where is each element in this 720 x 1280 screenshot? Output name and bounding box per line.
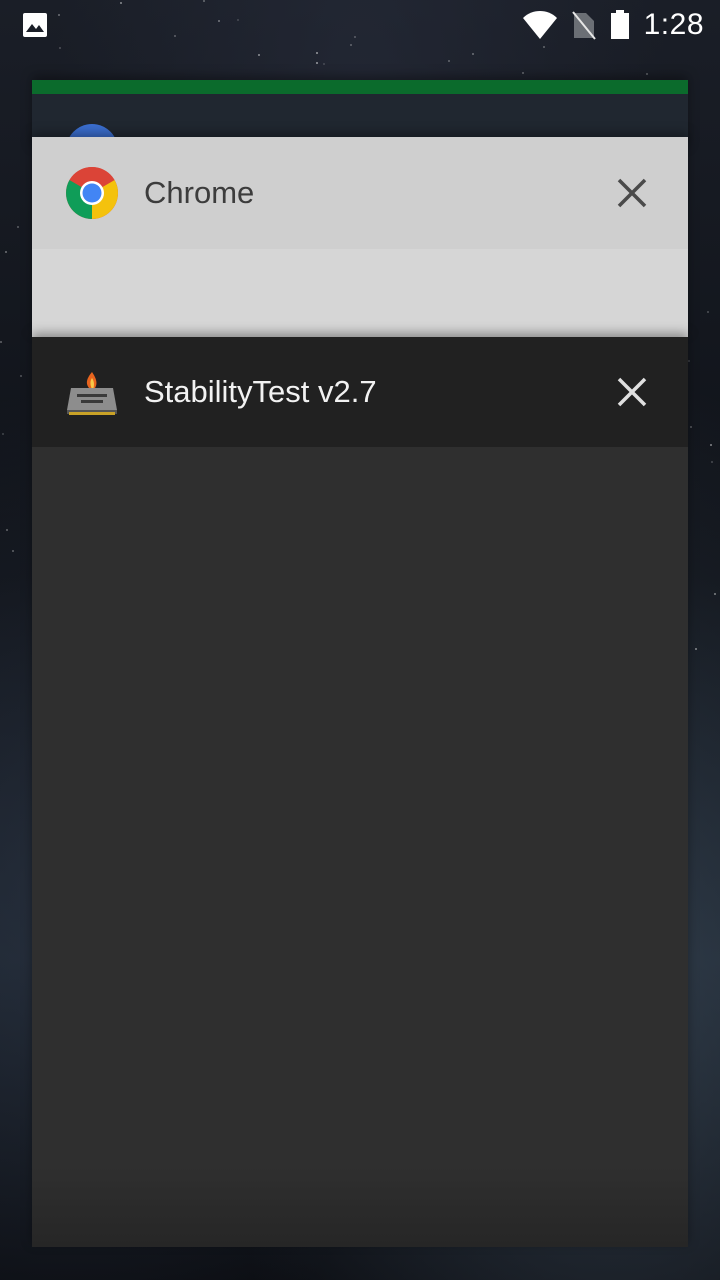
wallpaper-star [258, 54, 260, 56]
close-icon[interactable] [612, 372, 652, 412]
recent-card-stabilitytest[interactable]: StabilityTest v2.7 [32, 337, 688, 1247]
image-notification-icon [23, 13, 47, 37]
app-title-stabilitytest: StabilityTest v2.7 [144, 374, 377, 409]
no-sim-icon [571, 11, 596, 40]
status-bar: 1:28 [0, 0, 720, 50]
wallpaper-star [695, 648, 697, 650]
wallpaper-star [448, 60, 450, 62]
wallpaper-star [522, 72, 524, 74]
app-title-chrome: Chrome [144, 175, 255, 210]
wallpaper-star [711, 461, 713, 463]
status-time: 1:28 [643, 8, 704, 41]
wallpaper-star [0, 341, 2, 343]
battery-icon [610, 10, 629, 39]
wallpaper-star [316, 52, 318, 54]
recent-card-chrome[interactable]: Chrome [32, 137, 688, 337]
card-preview[interactable] [32, 447, 688, 1247]
wallpaper-star [2, 433, 4, 435]
wifi-icon [522, 11, 557, 39]
wallpaper-star [6, 529, 8, 531]
wallpaper-star [690, 426, 692, 428]
wallpaper-star [714, 593, 716, 595]
wallpaper-star [707, 311, 709, 313]
wallpaper-star [688, 360, 690, 362]
wallpaper-star [17, 226, 19, 228]
wallpaper-star [5, 251, 7, 253]
wallpaper-star [472, 53, 474, 55]
stabilitytest-icon [67, 372, 117, 415]
wallpaper-star [323, 63, 325, 65]
chrome-icon [66, 167, 118, 219]
card-header: Chrome [32, 137, 688, 249]
card-preview[interactable] [32, 249, 688, 337]
wallpaper-star [20, 375, 22, 377]
wallpaper-star [316, 62, 318, 64]
wallpaper-star [12, 550, 14, 552]
close-icon[interactable] [612, 173, 652, 213]
card-header: StabilityTest v2.7 [32, 337, 688, 447]
wallpaper-star [710, 444, 712, 446]
wallpaper-star [646, 73, 648, 75]
